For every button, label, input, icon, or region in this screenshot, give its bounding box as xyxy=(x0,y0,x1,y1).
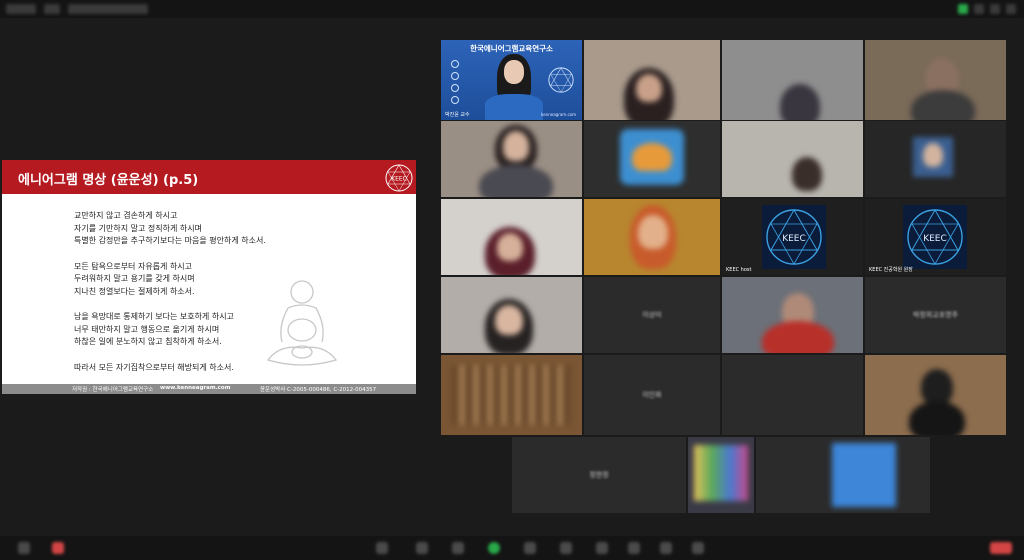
record-icon[interactable] xyxy=(524,542,536,554)
paragraph: 교만하지 않고 겸손하게 하시고 자기를 기만하지 말고 정직하게 하시며 특별… xyxy=(74,210,374,248)
reactions-icon[interactable] xyxy=(560,542,572,554)
participant-tile[interactable] xyxy=(722,40,863,120)
top-bar-left xyxy=(6,4,148,14)
participants-icon[interactable] xyxy=(416,542,428,554)
more-icon[interactable] xyxy=(692,542,704,554)
participant-name-center: 박정희교포영주 xyxy=(912,311,959,319)
text-line: 자기를 기만하지 말고 정직하게 하시며 xyxy=(74,223,202,233)
video-off-icon[interactable] xyxy=(52,542,64,554)
keec-logo-icon: KEEC xyxy=(762,205,826,269)
keec-logo-icon: KEEC xyxy=(903,205,967,269)
host-site-text: kenneagram.com xyxy=(541,112,576,117)
view-toggle-icon[interactable] xyxy=(44,4,60,14)
share-screen-icon[interactable] xyxy=(488,542,500,554)
footer-registration: 윤운성박사 C-2005-000486, C-2012-004357 xyxy=(260,387,377,393)
leave-button[interactable] xyxy=(990,542,1012,554)
fullscreen-icon[interactable] xyxy=(990,4,1000,14)
host-banner-title: 한국에니어그램교육연구소 xyxy=(470,44,553,53)
host-face xyxy=(504,60,524,84)
participant-tile[interactable] xyxy=(441,355,582,435)
participant-tile[interactable] xyxy=(688,437,754,513)
participant-tile[interactable] xyxy=(865,121,1006,197)
notes-icon[interactable] xyxy=(660,542,672,554)
footer-copyright: 저작권 : 한국에니어그램교육연구소 xyxy=(72,387,154,393)
mute-icon[interactable] xyxy=(18,542,30,554)
chat-icon[interactable] xyxy=(452,542,464,554)
logo-text: KEEC xyxy=(391,176,407,183)
security-icon[interactable] xyxy=(376,542,388,554)
participant-tile[interactable] xyxy=(584,121,720,197)
meditation-figure-icon xyxy=(266,280,338,366)
apps-icon[interactable] xyxy=(596,542,608,554)
enneagram-logo-icon: KEEC xyxy=(385,164,413,192)
minimize-icon[interactable] xyxy=(1006,4,1016,14)
participant-name-center: 이인화 xyxy=(642,391,662,399)
participant-tile-name-only[interactable]: 이인화 xyxy=(584,355,720,435)
host-enneagram-logo-icon xyxy=(548,67,574,93)
footer-url: www.kenneagram.com xyxy=(160,385,231,391)
participant-tile[interactable] xyxy=(722,121,863,197)
top-bar-right xyxy=(958,4,1016,14)
host-banner-icons xyxy=(451,60,459,108)
slide-title: 에니어그램 명상 (윤운성) (p.5) xyxy=(18,173,199,188)
meeting-control-bar xyxy=(0,536,1024,560)
host-body xyxy=(485,94,543,120)
participant-tile-empty[interactable] xyxy=(722,355,863,435)
connection-status-icon xyxy=(958,4,968,14)
participant-name: KEEC host xyxy=(726,267,752,273)
app-menu-icon[interactable] xyxy=(6,4,36,14)
participant-tile[interactable] xyxy=(865,40,1006,120)
shared-slide: 에니어그램 명상 (윤운성) (p.5) KEEC 교만하지 않고 겸손하게 하… xyxy=(2,160,416,394)
share-status-chip[interactable] xyxy=(68,4,148,14)
text-line: 특별한 감정만을 추구하기보다는 마음을 평안하게 하소서. xyxy=(74,236,266,245)
participant-tile-keec-host[interactable]: KEEC KEEC host xyxy=(722,199,863,275)
host-name: 박진윤 교수 xyxy=(445,112,470,118)
slide-header: 에니어그램 명상 (윤운성) (p.5) KEEC xyxy=(2,160,416,194)
text-line: 모든 탐욕으로부터 자유롭게 하시고 xyxy=(74,261,193,271)
participant-tile[interactable] xyxy=(756,437,930,513)
participant-tile-keec[interactable]: KEEC KEEC 진공학원 원장 xyxy=(865,199,1006,275)
participant-name: KEEC 진공학원 원장 xyxy=(869,267,913,273)
participant-tile[interactable] xyxy=(865,355,1006,435)
keec-logo-text: KEEC xyxy=(923,234,947,244)
participant-tile-name-only[interactable]: 박정희교포영주 xyxy=(865,277,1006,353)
participant-tile[interactable] xyxy=(441,199,582,275)
whiteboard-icon[interactable] xyxy=(628,542,640,554)
participant-tile-name-only[interactable]: 이상미 xyxy=(584,277,720,353)
view-options-icon[interactable] xyxy=(974,4,984,14)
participant-tile[interactable] xyxy=(584,199,720,275)
participant-name-center: 이상미 xyxy=(642,311,662,319)
host-video-tile[interactable]: 한국에니어그램교육연구소 kenneagram.com 박진윤 교수 xyxy=(441,40,582,120)
top-bar xyxy=(0,0,1024,18)
participant-tile[interactable] xyxy=(722,277,863,353)
slide-footer: 저작권 : 한국에니어그램교육연구소 www.kenneagram.com 윤운… xyxy=(2,384,416,394)
participant-tile[interactable] xyxy=(441,277,582,353)
participant-tile-name-only[interactable]: 정현정 xyxy=(512,437,686,513)
participant-name-center: 정현정 xyxy=(589,471,609,479)
text-line: 교만하지 않고 겸손하게 하시고 xyxy=(74,211,178,220)
keec-logo-text: KEEC xyxy=(782,234,806,244)
participant-tile[interactable] xyxy=(441,121,582,197)
participant-tile[interactable] xyxy=(584,40,720,120)
